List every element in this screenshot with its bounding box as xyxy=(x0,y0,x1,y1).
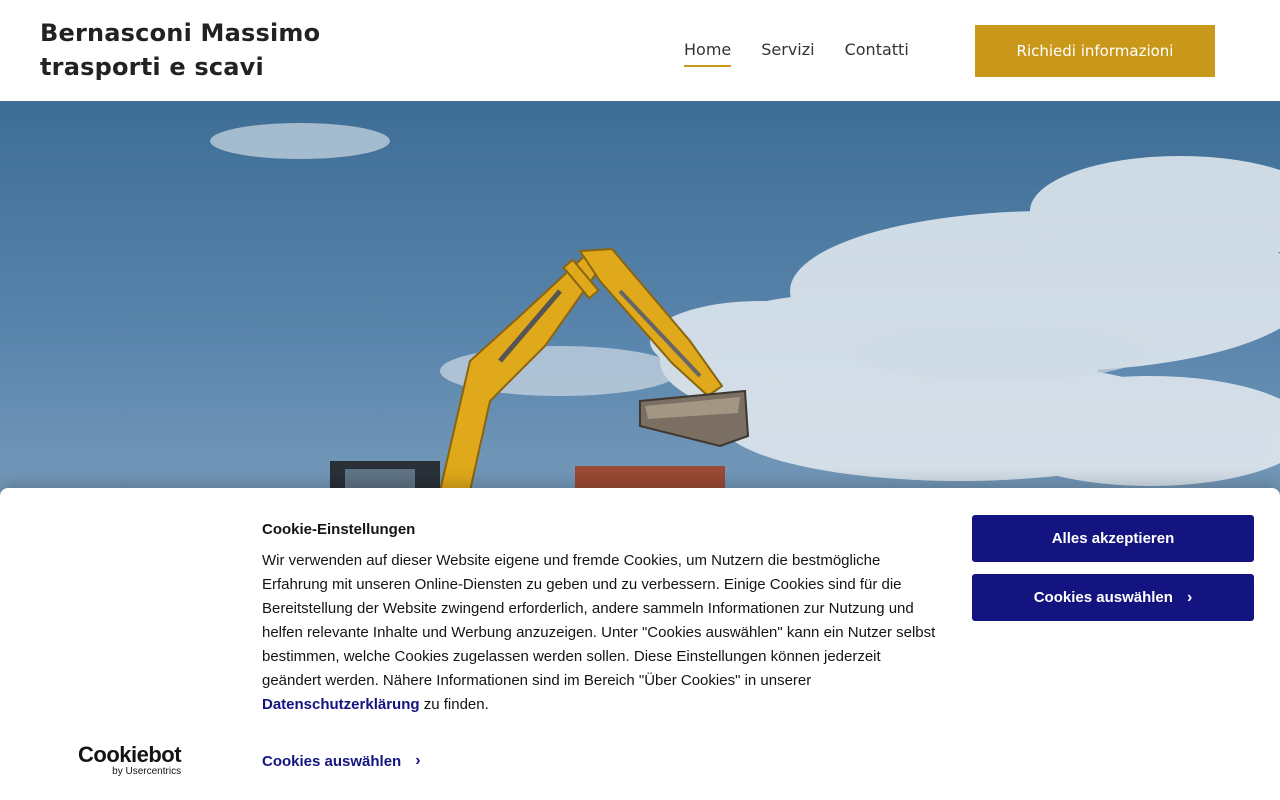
cookiebot-logo-text: Cookiebot xyxy=(78,742,182,767)
cookie-title: Cookie-Einstellungen xyxy=(262,521,416,538)
cookie-text-part-1: Wir verwenden auf dieser Website eigene … xyxy=(262,552,936,689)
site-brand[interactable]: Bernasconi Massimo trasporti e scavi xyxy=(40,16,320,84)
brand-line-1: Bernasconi Massimo xyxy=(40,19,321,47)
select-cookies-link-label: Cookies auswählen xyxy=(262,752,402,770)
select-cookies-link[interactable]: Cookies auswählen › xyxy=(262,752,421,770)
cookie-description: Wir verwenden auf dieser Website eigene … xyxy=(262,549,937,717)
accept-all-button[interactable]: Alles akzeptieren xyxy=(972,515,1254,562)
nav-home[interactable]: Home xyxy=(684,40,732,67)
privacy-policy-link[interactable]: Datenschutzerklärung xyxy=(262,696,420,713)
cookiebot-logo[interactable]: Cookiebot by Usercentrics xyxy=(78,742,182,778)
chevron-right-icon: › xyxy=(1186,588,1193,606)
nav-servizi[interactable]: Servizi xyxy=(761,40,814,67)
brand-line-2: trasporti e scavi xyxy=(40,53,264,81)
cookie-consent-banner: Cookie-Einstellungen Wir verwenden auf d… xyxy=(0,488,1280,800)
main-nav: Home Servizi Contatti xyxy=(684,40,909,67)
chevron-right-icon: › xyxy=(415,752,421,769)
usercentrics-subtext: by Usercentrics xyxy=(112,766,182,777)
select-cookies-button[interactable]: Cookies auswählen › xyxy=(972,574,1254,621)
nav-contatti[interactable]: Contatti xyxy=(845,40,909,67)
request-info-button[interactable]: Richiedi informazioni xyxy=(975,25,1215,77)
cookie-text-part-2: zu finden. xyxy=(419,696,489,713)
site-header: Bernasconi Massimo trasporti e scavi Hom… xyxy=(0,0,1280,101)
select-cookies-button-label: Cookies auswählen xyxy=(1033,589,1173,606)
